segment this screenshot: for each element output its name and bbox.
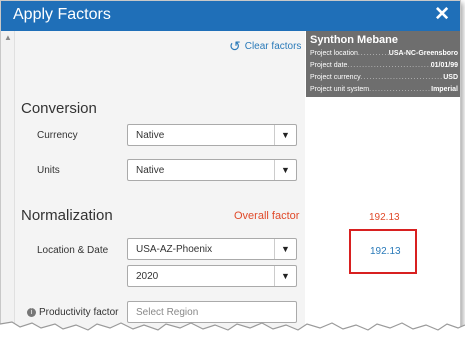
chevron-down-icon: ▼	[274, 239, 296, 259]
scroll-up-icon[interactable]: ▲	[4, 33, 12, 42]
currency-select[interactable]: Native ▼	[127, 124, 297, 146]
leader-dots: ........................................	[369, 86, 431, 93]
clear-factors-button[interactable]: ↺ Clear factors	[229, 38, 301, 55]
info-key: Project date	[310, 62, 348, 69]
info-key: Project currency	[310, 74, 361, 81]
undo-icon: ↺	[229, 38, 241, 54]
location-value: USA-AZ-Phoenix	[136, 244, 213, 255]
chevron-down-icon: ▼	[274, 160, 296, 180]
productivity-factor-label: i Productivity factor	[27, 307, 118, 318]
info-value: 01/01/99	[430, 62, 458, 69]
productivity-label-text: Productivity factor	[39, 307, 119, 318]
clear-factors-label: Clear factors	[244, 41, 302, 52]
productivity-placeholder: Select Region	[136, 307, 199, 318]
project-currency-row: Project currency .......................…	[310, 74, 458, 81]
normalization-title: Normalization	[21, 207, 113, 224]
leader-dots: ........................	[357, 50, 389, 57]
conversion-title: Conversion	[21, 100, 97, 117]
year-value: 2020	[136, 271, 159, 282]
chevron-down-icon: ▼	[274, 125, 296, 145]
project-location-row: Project location .......................…	[310, 50, 458, 57]
location-date-label: Location & Date	[37, 245, 109, 256]
info-value: Imperial	[431, 86, 458, 93]
currency-value: Native	[136, 130, 165, 141]
location-select[interactable]: USA-AZ-Phoenix ▼	[127, 238, 297, 260]
overall-factor-label: Overall factor	[234, 210, 300, 222]
apply-factors-dialog: Apply Factors ✕ ▲ ↺ Clear factors Conver…	[0, 0, 461, 340]
location-factor-value[interactable]: 192.13	[370, 246, 401, 257]
year-select[interactable]: 2020 ▼	[127, 265, 297, 287]
chevron-down-icon: ▼	[274, 266, 296, 286]
units-select[interactable]: Native ▼	[127, 159, 297, 181]
torn-edge-decoration	[0, 321, 465, 345]
units-value: Native	[136, 165, 165, 176]
leader-dots: ........................................	[347, 62, 430, 69]
info-value: USA-NC-Greensboro	[388, 50, 458, 57]
units-label: Units	[37, 165, 60, 176]
factors-panel	[15, 31, 305, 339]
currency-label: Currency	[37, 130, 78, 141]
close-icon[interactable]: ✕	[434, 3, 450, 26]
overall-factor-value: 192.13	[369, 212, 400, 223]
project-date-row: Project date ...........................…	[310, 62, 458, 69]
left-scrollbar[interactable]: ▲	[1, 31, 15, 339]
info-icon[interactable]: i	[27, 308, 36, 317]
project-info-card: Synthon Mebane Project location ........…	[306, 31, 460, 97]
dialog-titlebar: Apply Factors ✕	[1, 1, 460, 31]
highlighted-factor-box: 192.13	[349, 229, 417, 274]
info-key: Project location	[310, 50, 358, 57]
info-key: Project unit system	[310, 86, 370, 93]
project-unit-system-row: Project unit system ....................…	[310, 86, 458, 93]
project-name: Synthon Mebane	[310, 34, 399, 46]
leader-dots: ........................................	[360, 74, 444, 81]
info-value: USD	[443, 74, 458, 81]
dialog-title: Apply Factors	[13, 6, 111, 23]
